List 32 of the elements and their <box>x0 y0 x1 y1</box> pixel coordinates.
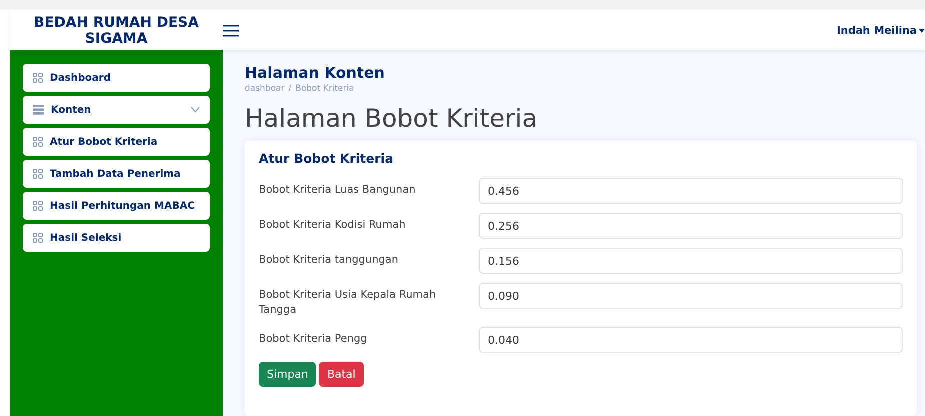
input-field[interactable]: 0.090 <box>479 283 903 309</box>
menu-icon[interactable] <box>223 24 239 38</box>
layout-icon <box>33 105 44 115</box>
grid-icon <box>33 201 43 211</box>
sidebar-item[interactable]: Hasil Perhitungan MABAC <box>23 192 210 220</box>
input-field[interactable]: 0.256 <box>479 213 903 239</box>
sidebar-item[interactable]: Atur Bobot Kriteria <box>23 128 210 156</box>
input-field[interactable]: 0.040 <box>479 327 903 353</box>
breadcrumb-separator: / <box>288 84 292 94</box>
sidebar-item[interactable]: Dashboard <box>23 64 210 92</box>
field-label: Bobot Kriteria Usia Kepala Rumah Tangga <box>259 288 438 318</box>
section-title: Halaman Konten <box>245 64 386 82</box>
user-menu[interactable]: Indah Meilina <box>836 25 925 37</box>
grid-icon <box>33 73 43 83</box>
caret-icon <box>919 29 925 33</box>
sidebar-item[interactable]: Tambah Data Penerima <box>23 160 210 188</box>
sidebar-item[interactable]: Konten <box>23 96 210 124</box>
grid-icon <box>33 233 43 243</box>
grid-icon <box>33 169 43 179</box>
field-label: Bobot Kriteria Kodisi Rumah <box>259 218 407 233</box>
save-button[interactable]: Simpan <box>259 362 316 387</box>
card-title: Atur Bobot Kriteria <box>259 151 395 166</box>
sidebar-item[interactable]: Hasil Seleksi <box>23 224 210 252</box>
input-field[interactable]: 0.456 <box>479 178 903 204</box>
input-field[interactable]: 0.156 <box>479 248 903 274</box>
brand-title: BEDAH RUMAH DESA SIGAMA <box>33 15 200 47</box>
field-label: Bobot Kriteria tanggungan <box>259 253 400 268</box>
field-label: Bobot Kriteria Luas Bangunan <box>259 183 417 198</box>
grid-icon <box>33 137 43 147</box>
page-title: Halaman Bobot Kriteria <box>245 104 539 133</box>
field-label: Bobot Kriteria Pengg <box>259 332 368 347</box>
cancel-button[interactable]: Batal <box>319 362 364 387</box>
